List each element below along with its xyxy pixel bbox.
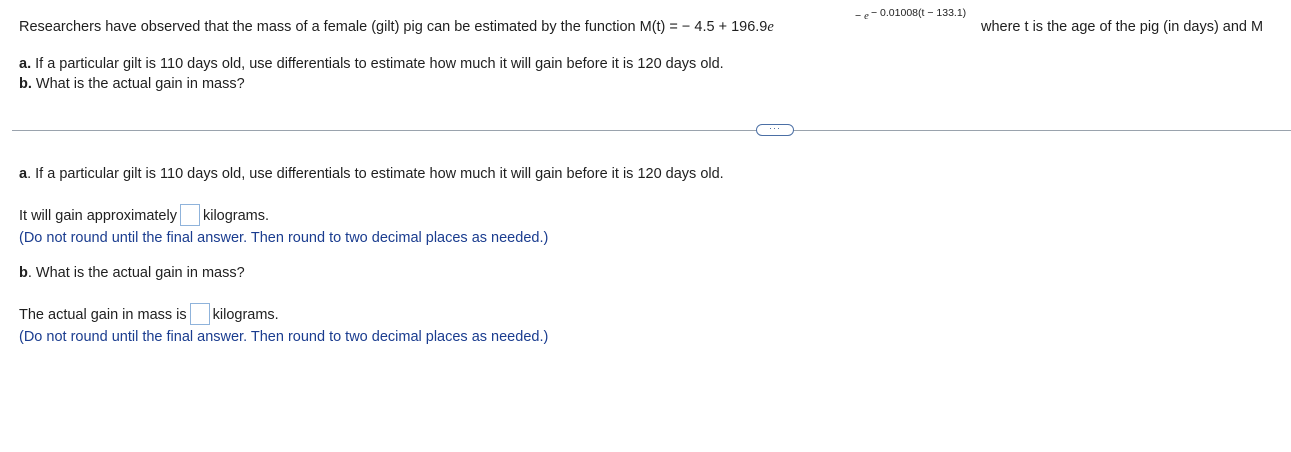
answer-part-a-input[interactable] [179, 204, 200, 226]
part-a-letter: a. [19, 56, 32, 72]
intro-suffix-text: where t is the age of the pig (in days) … [981, 19, 1264, 35]
answer-part-b-prefix: The actual gain in mass is [19, 306, 187, 323]
exponent-inner: − 0.01008(t − 133.1) [871, 7, 967, 19]
answer-part-b-question-text: . What is the actual gain in mass? [27, 265, 245, 281]
problem-part-a: a. If a particular gilt is 110 days old,… [19, 56, 724, 72]
answer-part-a-prefix: It will gain approximately [19, 207, 177, 224]
part-b-letter: b. [19, 76, 32, 92]
answer-part-a-question: a. If a particular gilt is 110 days old,… [19, 166, 724, 182]
answer-part-b-letter: b [19, 265, 28, 281]
answer-part-a-letter: a [19, 166, 28, 182]
section-divider [12, 130, 1291, 131]
answer-part-b-suffix: kilograms. [212, 306, 279, 323]
answer-part-a-line: It will gain approximately kilograms. [19, 204, 270, 227]
problem-part-b: b. What is the actual gain in mass? [19, 76, 245, 92]
ellipsis-icon: ··· [769, 122, 781, 133]
answer-part-b-input[interactable] [189, 303, 210, 325]
part-b-text: What is the actual gain in mass? [35, 76, 245, 92]
show-more-button[interactable]: ··· [756, 122, 794, 136]
answer-part-a-hint: (Do not round until the final answer. Th… [19, 230, 549, 246]
problem-intro: Researchers have observed that the mass … [19, 19, 774, 36]
answer-part-b-line: The actual gain in mass is kilograms. [19, 303, 279, 326]
answer-part-a-question-text: . If a particular gilt is 110 days old, … [27, 166, 724, 182]
answer-part-b-question: b. What is the actual gain in mass? [19, 265, 245, 281]
exponent-base: e [864, 11, 869, 22]
answer-part-a-suffix: kilograms. [202, 207, 270, 224]
exponent-outer: − e [855, 10, 869, 22]
part-a-text: If a particular gilt is 110 days old, us… [35, 56, 724, 72]
exponential-base: e [767, 19, 774, 35]
exponent-minus: − [855, 10, 862, 22]
intro-prefix-text: Researchers have observed that the mass … [19, 19, 768, 35]
answer-part-b-hint: (Do not round until the final answer. Th… [19, 329, 549, 345]
